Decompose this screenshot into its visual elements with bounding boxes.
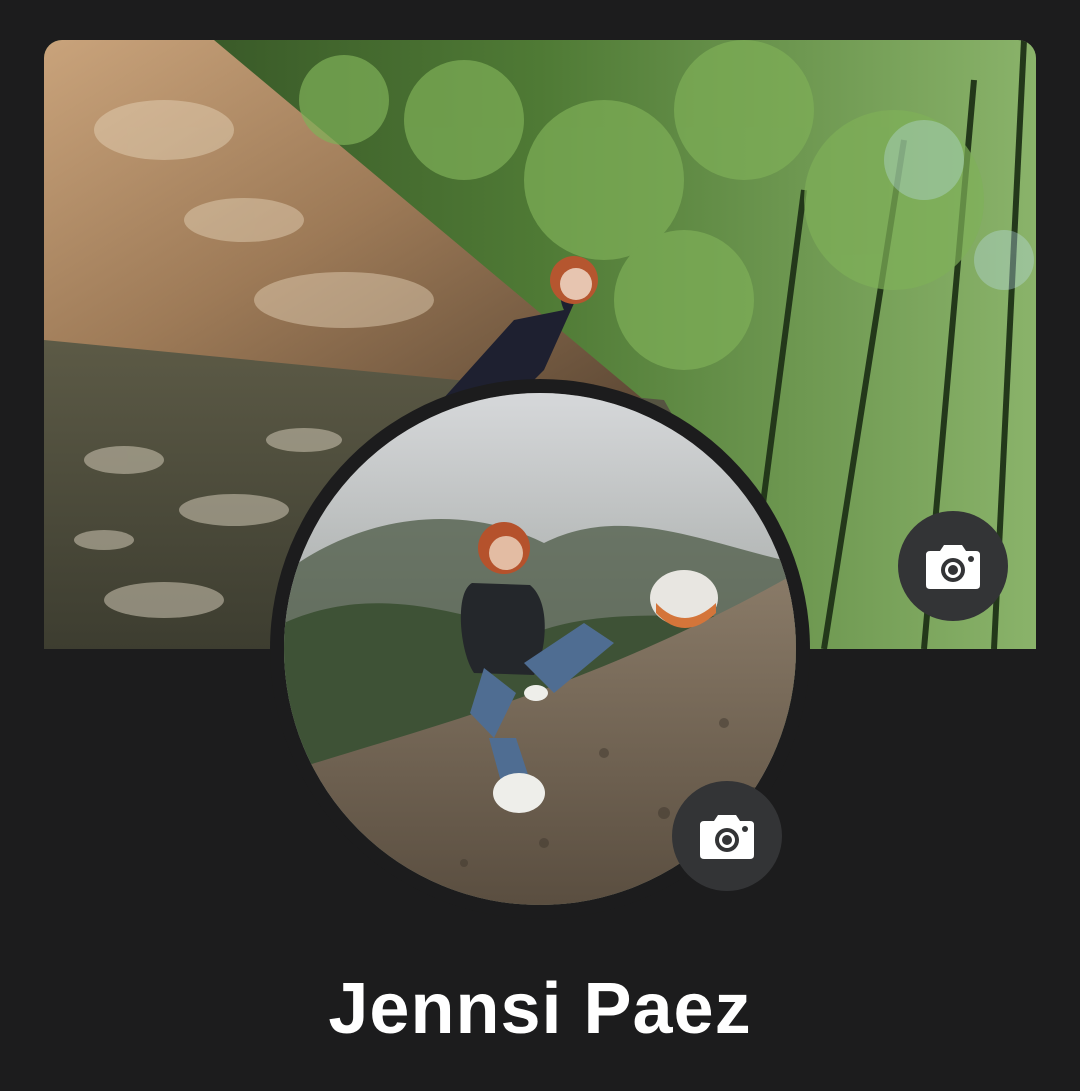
edit-cover-photo-button[interactable] [898,511,1008,621]
camera-icon [926,545,980,589]
edit-profile-picture-button[interactable] [672,781,782,891]
profile-name: Jennsi Paez [328,969,752,1049]
profile-header: Jennsi Paez [0,0,1080,1091]
camera-icon [700,815,754,859]
